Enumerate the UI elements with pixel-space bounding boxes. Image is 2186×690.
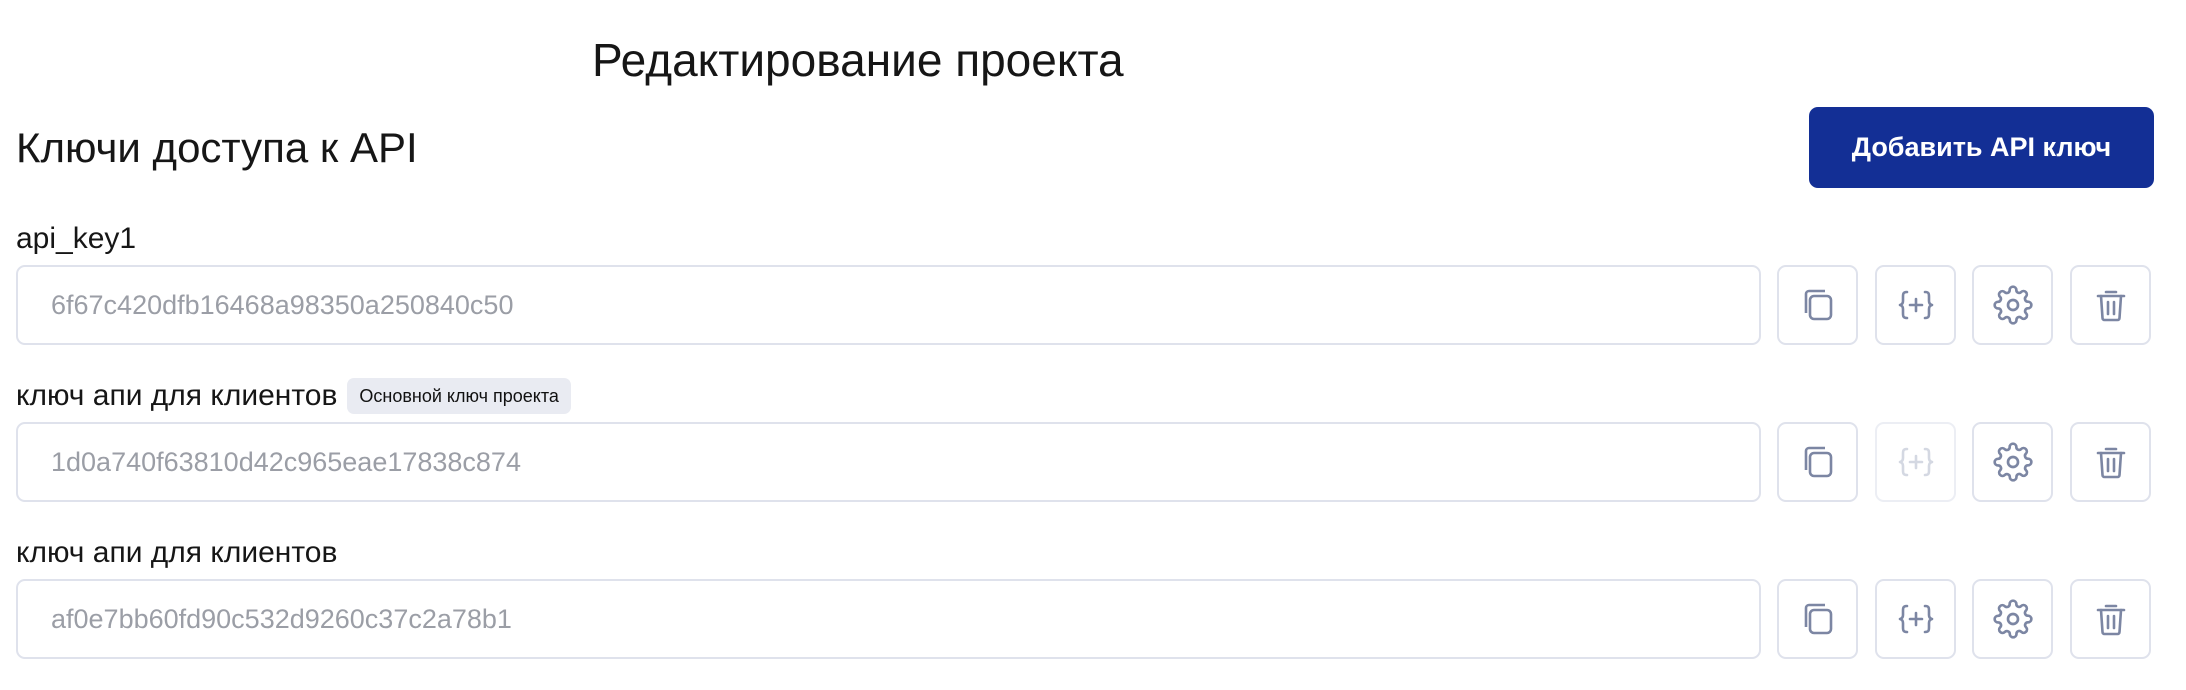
api-key-name: ключ апи для клиентов xyxy=(16,536,338,569)
api-key-label-row: ключ апи для клиентов xyxy=(16,531,337,575)
copy-key-button[interactable] xyxy=(1777,422,1858,502)
main-key-badge: Основной ключ проекта xyxy=(347,378,571,414)
api-key-name: ключ апи для клиентов xyxy=(16,379,338,412)
delete-key-button[interactable] xyxy=(2070,422,2151,502)
key-settings-button[interactable] xyxy=(1972,422,2053,502)
api-key-value-field[interactable]: af0e7bb60fd90c532d9260c37c2a78b1 xyxy=(16,579,1761,659)
api-key-label-row: ключ апи для клиентов Основной ключ прое… xyxy=(16,374,571,418)
embed-code-button[interactable] xyxy=(1875,265,1956,345)
api-key-name: api_key1 xyxy=(16,222,137,255)
code-braces-plus-icon xyxy=(1898,447,1933,477)
page-title: Редактирование проекта xyxy=(592,34,1124,86)
api-key-item: ключ апи для клиентов Основной ключ прое… xyxy=(0,374,2186,531)
copy-key-button[interactable] xyxy=(1777,579,1858,659)
api-key-value-field[interactable]: 1d0a740f63810d42c965eae17838c874 xyxy=(16,422,1761,502)
trash-icon xyxy=(2096,290,2125,322)
copy-icon xyxy=(1804,289,1832,321)
gear-icon xyxy=(1992,442,2033,482)
gear-icon xyxy=(1992,599,2033,639)
delete-key-button[interactable] xyxy=(2070,579,2151,659)
api-key-label-row: api_key1 xyxy=(16,217,136,261)
gear-icon xyxy=(1992,285,2033,325)
trash-icon xyxy=(2096,447,2125,479)
code-braces-plus-icon xyxy=(1898,604,1933,634)
embed-code-button[interactable] xyxy=(1875,579,1956,659)
embed-code-button-disabled xyxy=(1875,422,1956,502)
delete-key-button[interactable] xyxy=(2070,265,2151,345)
api-key-item: ключ апи для клиентов af0e7bb60fd90c532d… xyxy=(0,531,2186,688)
section-title: Ключи доступа к API xyxy=(16,124,418,171)
api-key-value-field[interactable]: 6f67c420dfb16468a98350a250840c50 xyxy=(16,265,1761,345)
copy-icon xyxy=(1804,603,1832,635)
key-settings-button[interactable] xyxy=(1972,579,2053,659)
copy-key-button[interactable] xyxy=(1777,265,1858,345)
add-api-key-button[interactable]: Добавить API ключ xyxy=(1809,107,2154,188)
copy-icon xyxy=(1804,446,1832,478)
code-braces-plus-icon xyxy=(1898,290,1933,320)
api-key-item: api_key1 6f67c420dfb16468a98350a250840c5… xyxy=(0,217,2186,374)
trash-icon xyxy=(2096,604,2125,636)
key-settings-button[interactable] xyxy=(1972,265,2053,345)
